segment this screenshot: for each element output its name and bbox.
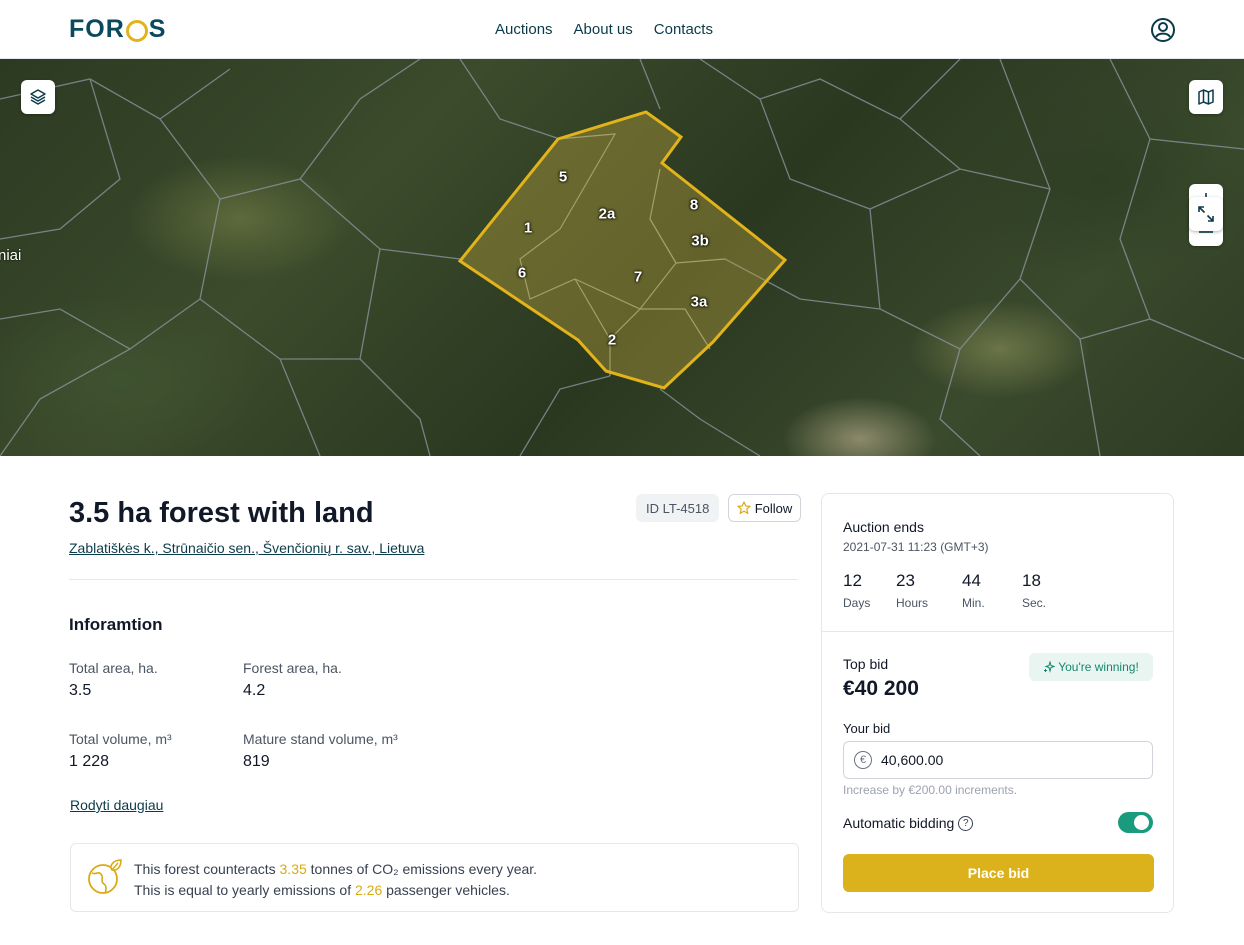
map-view[interactable]: niai 5 2a 8 1 3b 6 7 3a 2	[0, 59, 1244, 456]
co2-line-1-pre: This forest counteracts	[134, 861, 280, 877]
stat-value: 3.5	[69, 682, 92, 699]
stat-forest-area: Forest area, ha. 4.2	[243, 660, 342, 700]
countdown-unit: Min.	[962, 596, 985, 610]
fullscreen-button[interactable]	[1189, 197, 1223, 231]
stat-total-area: Total area, ha. 3.5	[69, 660, 158, 700]
countdown-unit: Days	[843, 596, 871, 610]
logo-leaf-o-icon	[125, 19, 148, 42]
parcel-label[interactable]: 6	[518, 265, 526, 282]
parcel-label[interactable]: 2	[608, 332, 616, 349]
parcel-boundaries	[0, 59, 1244, 456]
follow-label: Follow	[754, 500, 793, 516]
nav-contacts[interactable]: Contacts	[654, 21, 713, 38]
stat-mature-volume: Mature stand volume, m³ 819	[243, 731, 398, 771]
countdown-seconds: 18 Sec.	[1022, 571, 1046, 610]
countdown-unit: Sec.	[1022, 596, 1047, 610]
co2-line-1: This forest counteracts 3.35 tonnes of C…	[134, 859, 537, 880]
parcel-label[interactable]: 3b	[691, 233, 709, 250]
information-heading: Inforamtion	[69, 615, 163, 634]
countdown-value: 23	[896, 571, 915, 590]
sparkle-icon	[1044, 661, 1056, 673]
stat-value: 1 228	[69, 753, 110, 770]
stat-total-volume: Total volume, m³ 1 228	[69, 731, 172, 771]
main-nav: Auctions About us Contacts	[495, 21, 713, 38]
stat-label: Total area, ha.	[69, 660, 158, 676]
co2-line-2-pre: This is equal to yearly emissions of	[134, 882, 355, 898]
listing-id-badge: ID LT-4518	[636, 494, 720, 522]
countdown-value: 44	[962, 571, 981, 590]
co2-line-2: This is equal to yearly emissions of 2.2…	[134, 880, 537, 901]
your-bid-label: Your bid	[843, 721, 891, 736]
logo-text-start: FOR	[69, 15, 125, 43]
show-more-link[interactable]: Rodyti daugiau	[70, 797, 163, 813]
countdown-value: 12	[843, 571, 862, 590]
map-type-button[interactable]	[1189, 80, 1223, 114]
bid-amount-input[interactable]	[881, 752, 1131, 768]
winning-label: You're winning!	[1058, 660, 1139, 674]
auction-end-date: 2021-07-31 11:23 (GMT+3)	[843, 540, 989, 554]
parcel-label[interactable]: 1	[524, 220, 532, 237]
toggle-knob	[1134, 815, 1149, 830]
parcel-label[interactable]: 3a	[691, 294, 708, 311]
top-bid-label: Top bid	[843, 656, 889, 672]
nav-about-us[interactable]: About us	[574, 21, 633, 38]
automatic-bidding-row: Automatic bidding ?	[843, 815, 974, 831]
countdown-unit: Hours	[896, 596, 929, 610]
countdown-value: 18	[1022, 571, 1041, 590]
logo[interactable]: FOR S	[69, 15, 166, 44]
star-icon	[737, 501, 751, 514]
stat-label: Forest area, ha.	[243, 660, 342, 676]
countdown-days: 12 Days	[843, 571, 870, 610]
parcel-label[interactable]: 8	[690, 197, 698, 214]
co2-info-box: This forest counteracts 3.35 tonnes of C…	[70, 843, 799, 912]
stat-value: 4.2	[243, 682, 266, 699]
logo-text-end: S	[148, 15, 167, 43]
countdown-minutes: 44 Min.	[962, 571, 985, 610]
automatic-bidding-toggle[interactable]	[1118, 812, 1153, 833]
automatic-bidding-label: Automatic bidding	[843, 815, 955, 831]
stat-value: 819	[243, 753, 270, 770]
countdown-hours: 23 Hours	[896, 571, 928, 610]
listing-address-link[interactable]: Zablatiškės k., Strūnaičio sen., Švenčio…	[69, 540, 424, 556]
co2-line-2-post: passenger vehicles.	[382, 882, 510, 898]
nav-auctions[interactable]: Auctions	[495, 21, 553, 38]
layers-button[interactable]	[21, 80, 55, 114]
parcel-label[interactable]: 5	[559, 169, 567, 186]
vehicles-value: 2.26	[354, 882, 383, 898]
co2-tonnes-value: 3.35	[279, 861, 307, 877]
help-icon[interactable]: ?	[958, 815, 974, 831]
user-account-button[interactable]	[1150, 17, 1176, 43]
parcel-label[interactable]: 2a	[599, 206, 616, 223]
follow-button[interactable]: Follow	[728, 494, 801, 522]
top-header: FOR S Auctions About us Contacts	[0, 0, 1244, 59]
bid-input-field[interactable]: €	[843, 741, 1153, 779]
bid-increment-hint: Increase by €200.00 increments.	[843, 783, 1018, 797]
listing-title: 3.5 ha forest with land	[69, 497, 374, 529]
expand-icon	[1198, 206, 1214, 222]
winning-badge: You're winning!	[1029, 653, 1153, 681]
place-bid-button[interactable]: Place bid	[843, 854, 1154, 892]
auction-ends-label: Auction ends	[843, 519, 924, 535]
user-icon	[1151, 18, 1175, 42]
panel-divider	[822, 631, 1173, 632]
bidding-panel: Auction ends 2021-07-31 11:23 (GMT+3) 12…	[821, 493, 1174, 913]
top-bid-value: €40 200	[843, 677, 919, 700]
map-place-label: niai	[0, 247, 22, 264]
map-icon	[1198, 89, 1214, 105]
parcel-label[interactable]: 7	[634, 269, 642, 286]
stat-label: Mature stand volume, m³	[243, 731, 398, 747]
euro-icon: €	[854, 751, 872, 769]
co2-text: This forest counteracts 3.35 tonnes of C…	[134, 859, 537, 901]
stat-label: Total volume, m³	[69, 731, 172, 747]
co2-line-1-post: tonnes of CO₂ emissions every year.	[306, 861, 538, 877]
globe-leaf-icon	[88, 859, 122, 894]
section-divider	[69, 579, 798, 580]
layers-icon	[30, 89, 46, 105]
